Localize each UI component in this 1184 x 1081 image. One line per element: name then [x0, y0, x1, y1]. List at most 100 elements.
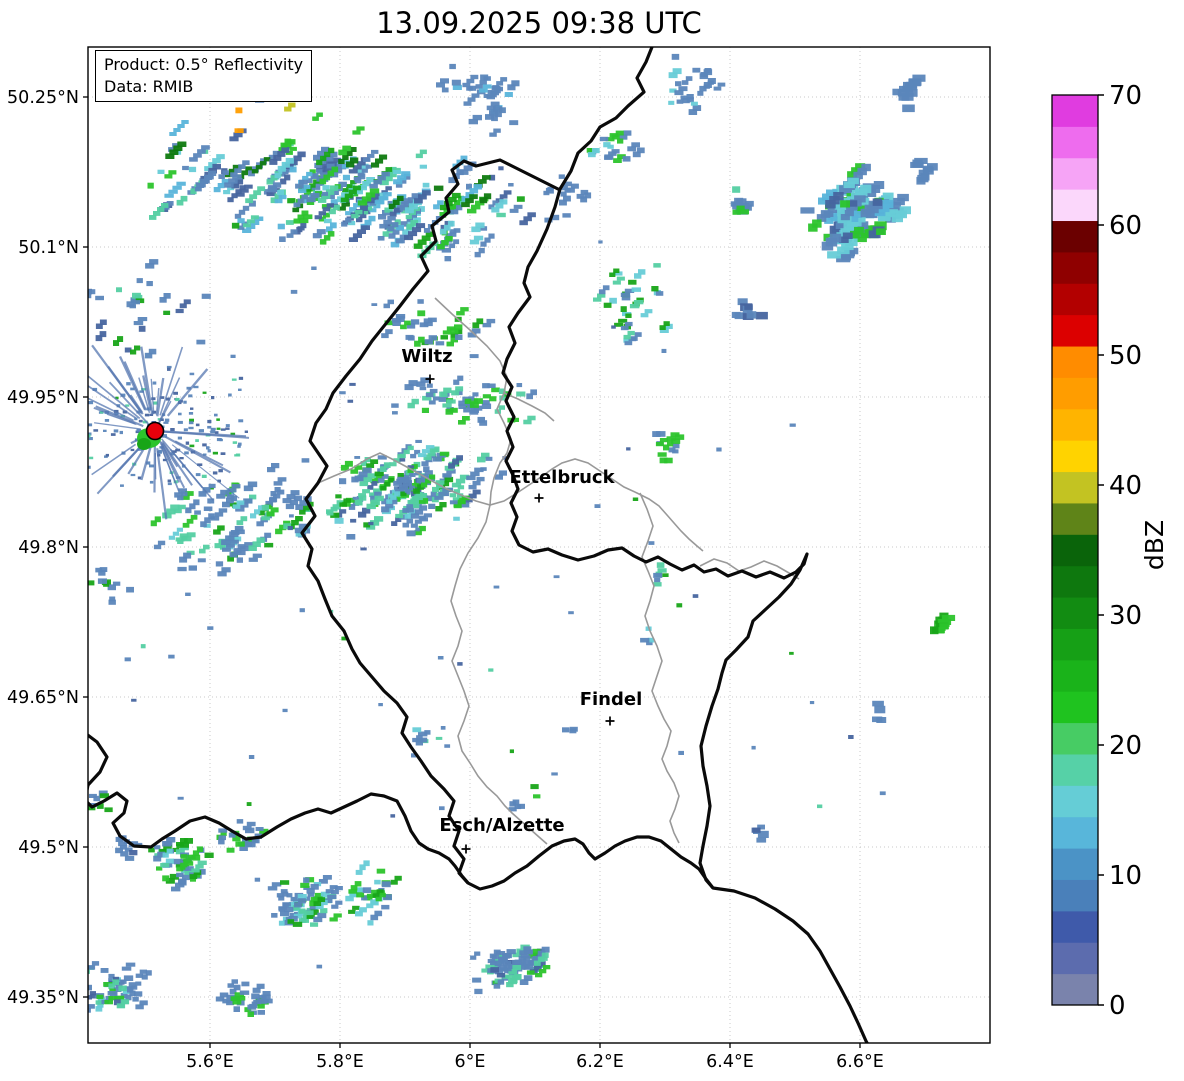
echo-pixel: [138, 325, 146, 332]
echo-pixel: [168, 189, 178, 194]
echo-pixel: [604, 154, 614, 160]
echo-pixel: [429, 448, 439, 453]
echo-pixel: [509, 120, 519, 126]
echo-pixel: [218, 174, 225, 179]
echo-pixel: [261, 516, 270, 521]
echo-pixel: [449, 500, 458, 505]
echo-pixel: [655, 291, 664, 296]
echo-pixel: [437, 656, 444, 660]
x-tick-label: 5.8°E: [316, 1052, 364, 1072]
echo-pixel: [375, 896, 382, 902]
echo-pixel: [264, 998, 273, 1004]
echo-pixel: [241, 981, 250, 987]
echo-pixel: [470, 408, 479, 413]
echo-pixel: [120, 851, 129, 857]
echo-pixel: [386, 499, 393, 504]
echo-pixel: [193, 499, 200, 506]
echo-pixel: [274, 198, 283, 204]
colorbar-band: [1052, 691, 1098, 724]
echo-pixel: [346, 534, 356, 540]
colorbar-band: [1052, 377, 1098, 410]
echo-pixel: [168, 170, 177, 175]
echo-pixel: [188, 421, 194, 425]
colorbar-band: [1052, 157, 1098, 190]
city-marker: [534, 493, 544, 503]
echo-pixel: [354, 456, 361, 459]
colorbar-tick-label: 0: [1109, 991, 1126, 1021]
echo-pixel: [692, 105, 702, 111]
echo-pixel: [379, 154, 388, 160]
echo-pixel: [164, 174, 173, 179]
echo-pixel: [222, 547, 231, 552]
echo-pixel: [225, 424, 230, 427]
echo-pixel: [348, 169, 358, 174]
echo-pixel: [395, 513, 404, 519]
echo-pixel: [277, 223, 285, 230]
echo-pixel: [387, 215, 396, 221]
echo-pixel: [479, 88, 488, 93]
echo-pixel: [132, 292, 141, 299]
echo-pixel: [496, 212, 506, 218]
echo-pixel: [163, 293, 171, 299]
echo-pixel: [675, 434, 685, 440]
echo-pixel: [188, 565, 197, 571]
echo-pixel: [397, 454, 405, 459]
echo-pixel: [238, 419, 244, 423]
echo-pixel: [109, 596, 116, 602]
echo-pixel: [414, 494, 423, 501]
echo-pixel: [491, 387, 500, 393]
echo-pixel: [391, 318, 402, 323]
echo-pixel: [289, 514, 294, 518]
echo-pixel: [133, 300, 140, 305]
echo-pixel: [475, 222, 485, 229]
echo-pixel: [271, 913, 278, 918]
echo-pixel: [482, 175, 491, 180]
echo-pixel: [201, 474, 207, 478]
echo-pixel: [541, 952, 549, 958]
echo-pixel: [134, 345, 141, 351]
echo-pixel: [172, 185, 182, 190]
colorbar-unit-label: dBZ: [1140, 520, 1169, 570]
echo-pixel: [385, 329, 393, 335]
colorbar-band: [1052, 597, 1098, 629]
echo-pixel: [119, 430, 123, 435]
echo-pixel: [444, 476, 454, 483]
echo-pixel: [636, 147, 645, 154]
echo-pixel: [625, 313, 632, 318]
echo-pixel: [295, 516, 303, 522]
echo-pixel: [490, 967, 499, 973]
echo-pixel: [381, 881, 391, 888]
echo-pixel: [348, 909, 356, 914]
echo-pixel: [444, 744, 451, 748]
echo-pixel: [690, 101, 698, 106]
echo-pixel: [290, 229, 298, 234]
echo-pixel: [312, 116, 319, 121]
echo-pixel: [417, 310, 426, 317]
echo-pixel: [623, 130, 632, 136]
echo-pixel: [196, 846, 204, 852]
echo-pixel: [118, 985, 127, 992]
echo-pixel: [185, 441, 190, 445]
echo-pixel: [672, 449, 679, 454]
echo-pixel: [172, 531, 179, 536]
region-borders: [88, 47, 869, 1043]
echo-pixel: [457, 662, 463, 666]
echo-pixel: [481, 403, 492, 409]
echo-pixel: [879, 791, 886, 796]
echo-pixel: [466, 78, 475, 84]
echo-pixel: [146, 281, 153, 287]
echo-pixel: [446, 399, 456, 404]
echo-pixel: [124, 855, 135, 861]
echo-pixel: [350, 518, 357, 523]
echo-pixel: [451, 192, 461, 199]
echo-pixel: [236, 819, 244, 824]
echo-pixel: [503, 190, 512, 195]
echo-pixel: [99, 319, 107, 325]
echo-pixel: [278, 906, 287, 911]
echo-pixel: [580, 189, 589, 195]
echo-pixel: [57, 1021, 65, 1025]
echo-pixel: [116, 287, 122, 293]
echo-pixel: [622, 156, 631, 162]
echo-pixel: [410, 319, 420, 325]
echo-pixel: [300, 882, 310, 888]
